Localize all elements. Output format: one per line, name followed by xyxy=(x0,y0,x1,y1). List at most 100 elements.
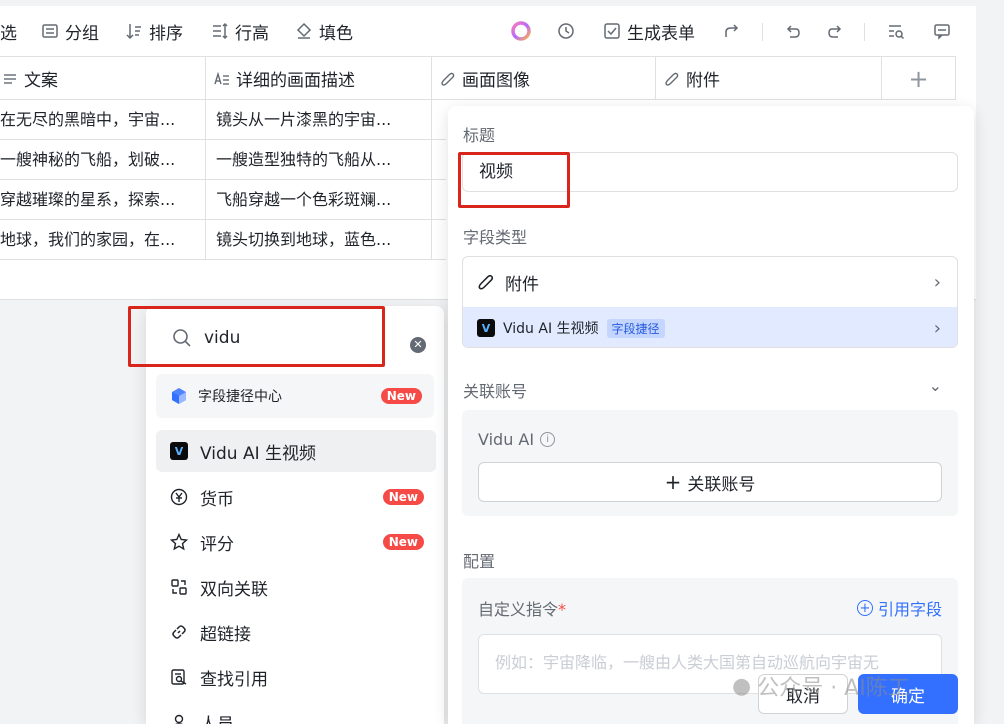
column-header-image[interactable]: 画面图像 xyxy=(432,57,656,100)
option-label: 查找引用 xyxy=(200,669,268,690)
cancel-button[interactable]: 取消 xyxy=(758,674,848,714)
field-type-selector[interactable]: 附件 › V Vidu AI 生视频 字段捷径 › xyxy=(462,256,958,348)
column-header-copy[interactable]: 文案 xyxy=(0,57,206,100)
custom-prompt-label: 自定义指令* xyxy=(478,596,566,620)
option-label: 货币 xyxy=(200,489,234,510)
attachment-icon xyxy=(665,72,679,86)
group-label: 分组 xyxy=(65,23,99,44)
history-button[interactable] xyxy=(556,6,576,56)
redo-button[interactable] xyxy=(826,6,846,56)
table-cell[interactable]: 镜头切换到地球，蓝色... xyxy=(206,220,432,259)
reference-field-label: 引用字段 xyxy=(877,600,942,619)
new-badge: New xyxy=(382,489,424,505)
vidu-logo-icon: V xyxy=(170,442,188,460)
filter-button[interactable]: 选 xyxy=(0,6,17,56)
row-height-label: 行高 xyxy=(235,23,269,44)
table-row[interactable]: 穿越璀璨的星系，探索... 飞船穿越一个色彩斑斓... xyxy=(0,180,446,220)
link-account-button[interactable]: + 关联账号 xyxy=(478,462,942,502)
table-cell[interactable]: 镜头从一片漆黑的宇宙... xyxy=(206,100,432,139)
reference-field-button[interactable]: + 引用字段 xyxy=(856,596,942,620)
table-cell[interactable]: 一艘神秘的飞船，划破... xyxy=(0,140,206,179)
field-shortcut-vidu[interactable]: V Vidu AI 生视频 字段捷径 › xyxy=(463,307,957,347)
clear-search-button[interactable]: ✕ xyxy=(410,337,426,353)
field-option-hyperlink[interactable]: 超链接 xyxy=(156,611,436,653)
column-header-label: 画面图像 xyxy=(462,71,530,91)
fill-label: 填色 xyxy=(319,23,353,44)
generate-form-button[interactable]: 生成表单 xyxy=(602,6,695,56)
field-option-currency[interactable]: 货币 New xyxy=(156,476,436,518)
option-label: Vidu AI 生视频 xyxy=(200,443,316,464)
table-cell[interactable]: 在无尽的黑暗中，宇宙... xyxy=(0,100,206,139)
plus-icon: + xyxy=(908,64,929,93)
undo-button[interactable] xyxy=(782,6,802,56)
confirm-button[interactable]: 确定 xyxy=(858,674,958,714)
row-height-icon xyxy=(210,21,230,41)
form-check-icon xyxy=(602,21,622,41)
filter-label: 选 xyxy=(0,23,17,44)
table-cell[interactable]: 飞船穿越一个色彩斑斓... xyxy=(206,180,432,219)
group-button[interactable]: 分组 xyxy=(40,6,99,56)
sort-label: 排序 xyxy=(149,23,183,44)
find-list-icon xyxy=(886,21,906,41)
two-way-link-icon xyxy=(170,578,188,596)
group-icon xyxy=(40,21,60,41)
link-account-label: 关联账号 xyxy=(687,474,756,495)
ai-orb-button[interactable] xyxy=(510,6,532,56)
field-shortcut-hub[interactable]: 字段捷径中心 New xyxy=(156,374,434,418)
table-row[interactable]: 一艘神秘的飞船，划破... 一艘造型独特的飞船从... xyxy=(0,140,446,180)
column-header-attachment[interactable]: 附件 xyxy=(656,57,882,100)
field-option-lookup[interactable]: 查找引用 xyxy=(156,656,436,698)
ai-orb-icon xyxy=(511,21,531,41)
toolbar-divider xyxy=(864,23,865,41)
star-icon xyxy=(170,533,188,551)
table-row[interactable]: 在无尽的黑暗中，宇宙... 镜头从一片漆黑的宇宙... xyxy=(0,100,446,140)
config-label: 配置 xyxy=(463,552,496,571)
history-icon xyxy=(556,21,576,41)
field-option-two-way-link[interactable]: 双向关联 xyxy=(156,566,436,608)
column-header-label: 附件 xyxy=(686,71,720,91)
share-button[interactable] xyxy=(722,6,742,56)
option-label: 评分 xyxy=(200,534,234,555)
table-cell[interactable]: 一艘造型独特的飞船从... xyxy=(206,140,432,179)
row-height-button[interactable]: 行高 xyxy=(210,6,269,56)
table-cell[interactable]: 地球，我们的家园，在... xyxy=(0,220,206,259)
hub-label: 字段捷径中心 xyxy=(198,389,282,405)
new-badge: New xyxy=(382,534,424,550)
title-label: 标题 xyxy=(463,126,496,145)
column-header-description[interactable]: 详细的画面描述 xyxy=(206,57,432,100)
redo-icon xyxy=(826,21,846,41)
field-type-label: 字段类型 xyxy=(463,228,528,247)
option-label: 双向关联 xyxy=(200,579,268,600)
column-header-label: 详细的画面描述 xyxy=(236,71,355,91)
text-field-icon xyxy=(214,71,229,85)
comment-button[interactable] xyxy=(932,6,952,56)
vidu-logo-icon: V xyxy=(477,319,495,337)
generate-form-label: 生成表单 xyxy=(627,23,695,44)
sort-icon xyxy=(124,21,144,41)
table-row[interactable]: 地球，我们的家园，在... 镜头切换到地球，蓝色... xyxy=(0,220,446,260)
table-cell[interactable]: 穿越璀璨的星系，探索... xyxy=(0,180,206,219)
field-type-attachment[interactable]: 附件 › xyxy=(463,257,957,307)
highlight-box xyxy=(128,306,385,367)
field-option-rating[interactable]: 评分 New xyxy=(156,521,436,563)
sort-button[interactable]: 排序 xyxy=(124,6,183,56)
field-option-person[interactable]: 人员 xyxy=(156,701,436,724)
info-icon[interactable]: i xyxy=(540,432,556,447)
account-section: Vidu AI i + 关联账号 xyxy=(462,410,958,516)
new-badge: New xyxy=(380,388,422,404)
field-option-vidu[interactable]: V Vidu AI 生视频 xyxy=(156,430,436,472)
lookup-icon xyxy=(170,668,188,686)
text-field-icon xyxy=(4,73,16,84)
fill-color-button[interactable]: 填色 xyxy=(294,6,353,56)
add-column-button[interactable]: + xyxy=(882,57,956,100)
required-mark: * xyxy=(558,600,567,619)
share-icon xyxy=(722,21,742,41)
option-label: 超链接 xyxy=(200,624,251,645)
custom-prompt-text: 自定义指令 xyxy=(478,600,559,619)
account-service: Vidu AI i xyxy=(478,430,556,449)
find-button[interactable] xyxy=(886,6,906,56)
chevron-down-icon[interactable]: ⌄ xyxy=(929,376,942,395)
attachment-icon xyxy=(478,274,494,290)
toolbar: 选 分组 排序 行高 填色 生成表单 xyxy=(0,6,976,56)
plus-icon: + xyxy=(664,470,682,494)
